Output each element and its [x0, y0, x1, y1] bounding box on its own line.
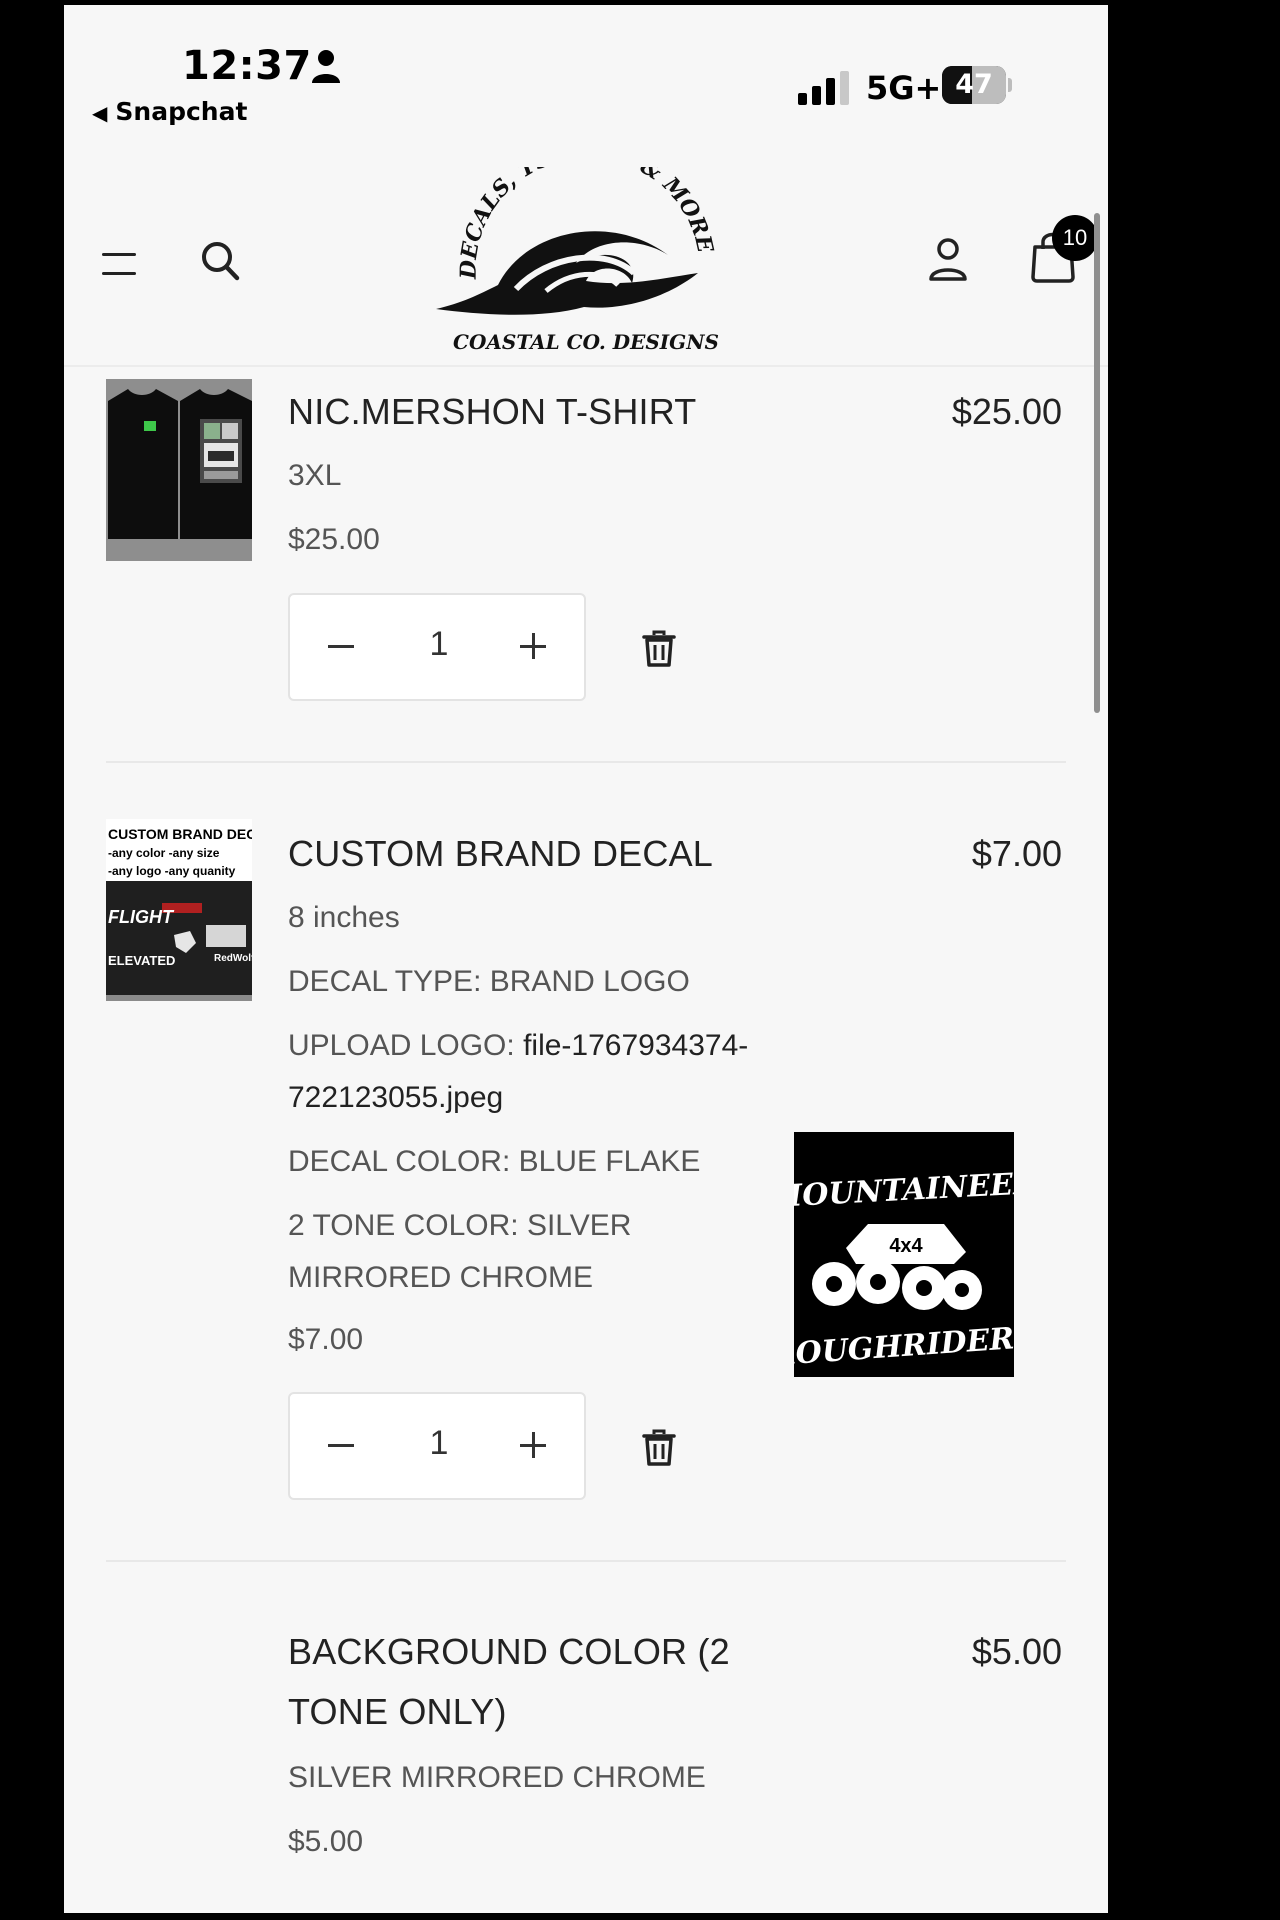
- battery-level: 47: [955, 69, 993, 100]
- item-two-tone-color-cont: MIRRORED CHROME: [288, 1261, 593, 1294]
- quantity-value[interactable]: 1: [410, 625, 468, 664]
- item-variant: SILVER MIRRORED CHROME: [288, 1761, 706, 1794]
- item-title[interactable]: NIC.MERSHON T-SHIRT: [288, 391, 697, 433]
- network-type: 5G+: [866, 69, 942, 107]
- trash-icon[interactable]: [642, 630, 676, 668]
- item-unit-price: $7.00: [288, 1323, 364, 1356]
- item-thumbnail[interactable]: CUSTOM BRAND DECALS -any color -any size…: [106, 819, 252, 1001]
- item-unit-price: $5.00: [288, 1825, 364, 1858]
- tshirt-image: [106, 379, 252, 561]
- item-divider: [106, 1560, 1066, 1562]
- back-triangle-icon: ◀: [92, 101, 108, 125]
- uploaded-logo-image: MOUNTAINEER 4x4 ROUGHRIDERS: [794, 1132, 1014, 1377]
- decal-thumb-heading: CUSTOM BRAND DECALS: [108, 826, 252, 842]
- phone-screen: 12:37 ◀ Snapchat 5G+ 47 DECALS, T & MORE…: [64, 5, 1108, 1913]
- upload-file-name-cont[interactable]: 722123055.jpeg: [288, 1081, 503, 1115]
- item-line-price: $5.00: [971, 1631, 1062, 1672]
- decal-thumb-line: -any color -any size: [108, 846, 220, 860]
- item-decal-color: DECAL COLOR: BLUE FLAKE: [288, 1145, 701, 1178]
- decal-thumb-line: -any logo -any quanity: [108, 864, 236, 878]
- uploaded-logo-preview[interactable]: MOUNTAINEER 4x4 ROUGHRIDERS: [794, 1132, 1014, 1377]
- site-logo[interactable]: DECALS, TSHIRTS & MORE! COASTAL CO. DESI…: [436, 167, 736, 355]
- battery-icon: 47: [942, 66, 1012, 104]
- item-title[interactable]: CUSTOM BRAND DECAL: [288, 833, 713, 875]
- decal-thumb-brand: FLIGHT: [108, 907, 175, 927]
- back-app-label: Snapchat: [115, 97, 248, 126]
- back-to-app[interactable]: ◀ Snapchat: [92, 97, 247, 126]
- item-unit-price: $25.00: [288, 523, 380, 556]
- item-divider: [106, 761, 1066, 763]
- preview-text-middle: 4x4: [889, 1235, 923, 1257]
- item-size: 3XL: [288, 459, 342, 492]
- logo-brand-name: COASTAL CO. DESIGNS: [453, 330, 719, 354]
- quantity-value[interactable]: 1: [410, 1424, 468, 1463]
- quantity-decrease-button[interactable]: [328, 1444, 354, 1447]
- person-icon: [312, 50, 340, 83]
- page-scrollbar[interactable]: [1094, 213, 1100, 713]
- decal-thumb-brand: ELEVATED: [108, 953, 175, 968]
- quantity-stepper: 1: [288, 593, 586, 701]
- signal-icon: [798, 71, 849, 105]
- upload-logo-label: UPLOAD LOGO:: [288, 1029, 524, 1062]
- item-size: 8 inches: [288, 901, 400, 934]
- item-upload-logo: UPLOAD LOGO: file-1767934374-: [288, 1029, 748, 1063]
- decal-image: CUSTOM BRAND DECALS -any color -any size…: [106, 819, 252, 1001]
- menu-icon[interactable]: [102, 249, 136, 279]
- quantity-stepper: 1: [288, 1392, 586, 1500]
- item-decal-type: DECAL TYPE: BRAND LOGO: [288, 965, 690, 998]
- quantity-decrease-button[interactable]: [328, 645, 354, 648]
- decal-thumb-brand: RedWolf: [214, 953, 252, 964]
- search-icon[interactable]: [200, 240, 240, 282]
- trash-icon[interactable]: [642, 1429, 676, 1467]
- status-time: 12:37: [182, 43, 312, 89]
- item-line-price: $25.00: [951, 391, 1062, 432]
- item-title[interactable]: BACKGROUND COLOR (2: [288, 1631, 730, 1673]
- upload-file-name[interactable]: file-1767934374-: [523, 1029, 748, 1062]
- item-two-tone-color: 2 TONE COLOR: SILVER: [288, 1209, 632, 1242]
- item-line-price: $7.00: [971, 833, 1062, 874]
- site-header: DECALS, TSHIRTS & MORE! COASTAL CO. DESI…: [64, 155, 1108, 367]
- item-title-cont[interactable]: TONE ONLY): [288, 1691, 507, 1733]
- item-thumbnail[interactable]: [106, 379, 252, 561]
- cart-count-badge: 10: [1052, 215, 1098, 261]
- account-icon[interactable]: [928, 237, 968, 281]
